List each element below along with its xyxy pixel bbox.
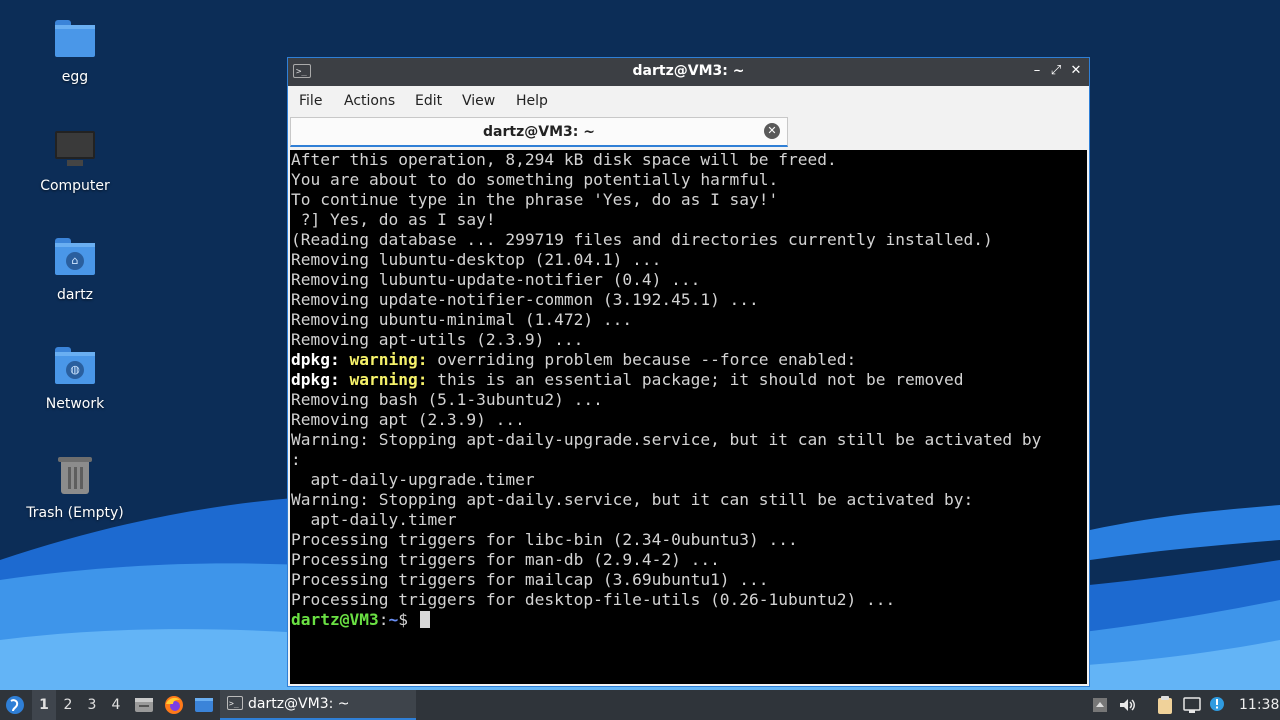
close-button[interactable]: ✕: [1067, 62, 1085, 80]
window-title: dartz@VM3: ~: [632, 63, 745, 79]
terminal-line: Removing ubuntu-minimal (1.472) ...: [291, 310, 633, 329]
workspace-2[interactable]: 2: [56, 690, 80, 720]
warning-text: this is an essential package; it should …: [427, 370, 964, 389]
desktop-icon-label: Trash (Empty): [26, 505, 124, 521]
warning-label: warning:: [339, 350, 428, 369]
terminal-line: You are about to do something potentiall…: [291, 170, 779, 189]
network-icon[interactable]: [1182, 696, 1202, 714]
terminal-cursor: [419, 611, 430, 628]
window-titlebar[interactable]: >_ dartz@VM3: ~ – ⤢ ✕: [288, 58, 1089, 86]
desktop-icon-label: dartz: [56, 287, 94, 303]
terminal-line: After this operation, 8,294 kB disk spac…: [291, 150, 837, 169]
home-folder-icon: ⌂: [53, 236, 97, 280]
tab-title: dartz@VM3: ~: [483, 124, 595, 140]
clipboard-icon[interactable]: [1156, 695, 1174, 715]
network-folder-icon: ◍: [53, 345, 97, 389]
terminal-prompt[interactable]: dartz@VM3:~$: [290, 610, 1087, 630]
tab-close-icon[interactable]: ✕: [764, 123, 780, 139]
terminal-line: Removing apt-utils (2.3.9) ...: [291, 330, 584, 349]
minimize-button[interactable]: –: [1028, 62, 1046, 80]
update-icon[interactable]: [1208, 695, 1226, 715]
terminal-line: Processing triggers for libc-bin (2.34-0…: [291, 530, 798, 549]
desktop-icon-label: Network: [45, 396, 105, 412]
up-arrow-icon[interactable]: [1092, 696, 1108, 714]
terminal-line: ?] Yes, do as I say!: [291, 210, 496, 229]
terminal-output[interactable]: After this operation, 8,294 kB disk spac…: [290, 150, 1087, 684]
terminal-line: To continue type in the phrase 'Yes, do …: [291, 190, 779, 209]
terminal-line: Removing lubuntu-desktop (21.04.1) ...: [291, 250, 662, 269]
menu-edit[interactable]: Edit: [415, 93, 442, 109]
terminal-line: Processing triggers for desktop-file-uti…: [291, 590, 896, 609]
task-label: dartz@VM3: ~: [248, 696, 350, 712]
taskbar: 1 2 3 4 >_ dartz@VM3: ~ 11:38: [0, 690, 1280, 720]
terminal-line: Removing update-notifier-common (3.192.4…: [291, 290, 759, 309]
clock[interactable]: 11:38: [1239, 690, 1279, 720]
workspace-4[interactable]: 4: [104, 690, 128, 720]
taskbar-task-terminal[interactable]: >_ dartz@VM3: ~: [220, 690, 416, 720]
terminal-line: Processing triggers for mailcap (3.69ubu…: [291, 570, 769, 589]
workspace-1[interactable]: 1: [32, 690, 56, 720]
main-menu-icon[interactable]: [5, 695, 25, 715]
warning-label: warning:: [339, 370, 428, 389]
prompt-user: dartz@VM3: [291, 610, 379, 629]
menu-bar: File Actions Edit View Help: [288, 86, 1089, 116]
maximize-button[interactable]: ⤢: [1047, 62, 1065, 80]
terminal-line: dpkg: warning: this is an essential pack…: [290, 370, 1087, 390]
terminal-line: :: [291, 450, 301, 469]
firefox-icon[interactable]: [164, 695, 184, 715]
terminal-tab[interactable]: dartz@VM3: ~ ✕: [290, 117, 788, 147]
dpkg-label: dpkg:: [291, 370, 340, 389]
folder-icon: [53, 18, 97, 62]
prompt-path: ~: [388, 610, 399, 629]
menu-help[interactable]: Help: [516, 93, 548, 109]
desktop-icon[interactable]: [194, 696, 214, 714]
terminal-line: Warning: Stopping apt-daily.service, but…: [291, 490, 974, 509]
desktop-icon-computer[interactable]: Computer: [20, 127, 130, 194]
dpkg-label: dpkg:: [291, 350, 340, 369]
workspace-3[interactable]: 3: [80, 690, 104, 720]
terminal-line: Removing apt (2.3.9) ...: [291, 410, 525, 429]
tab-bar: dartz@VM3: ~ ✕: [288, 116, 1089, 148]
file-manager-icon[interactable]: [134, 696, 154, 714]
terminal-line: apt-daily-upgrade.timer: [291, 470, 535, 489]
terminal-line: Warning: Stopping apt-daily-upgrade.serv…: [291, 430, 1042, 449]
menu-view[interactable]: View: [462, 93, 495, 109]
prompt-separator: :: [378, 610, 389, 629]
terminal-line: Processing triggers for man-db (2.9.4-2)…: [291, 550, 720, 569]
menu-actions[interactable]: Actions: [344, 93, 395, 109]
desktop-icon-dartz[interactable]: ⌂ dartz: [20, 236, 130, 303]
desktop-icon-trash[interactable]: Trash (Empty): [20, 454, 130, 521]
terminal-line: apt-daily.timer: [291, 510, 457, 529]
terminal-window: >_ dartz@VM3: ~ – ⤢ ✕ File Actions Edit …: [287, 57, 1090, 687]
terminal-icon: >_: [227, 696, 243, 710]
trash-icon: [53, 454, 97, 498]
warning-text: overriding problem because --force enabl…: [427, 350, 857, 369]
desktop-icon-network[interactable]: ◍ Network: [20, 345, 130, 412]
desktop-icon-egg[interactable]: egg: [20, 18, 130, 85]
desktop-icon-label: egg: [61, 69, 89, 85]
terminal-line: Removing bash (5.1-3ubuntu2) ...: [291, 390, 603, 409]
menu-file[interactable]: File: [299, 93, 322, 109]
terminal-line: (Reading database ... 299719 files and d…: [291, 230, 993, 249]
terminal-line: Removing lubuntu-update-notifier (0.4) .…: [291, 270, 701, 289]
prompt-symbol: $: [398, 610, 418, 629]
volume-icon[interactable]: [1118, 696, 1138, 714]
terminal-line: dpkg: warning: overriding problem becaus…: [290, 350, 1087, 370]
computer-icon: [53, 127, 97, 171]
desktop-icon-label: Computer: [40, 178, 110, 194]
